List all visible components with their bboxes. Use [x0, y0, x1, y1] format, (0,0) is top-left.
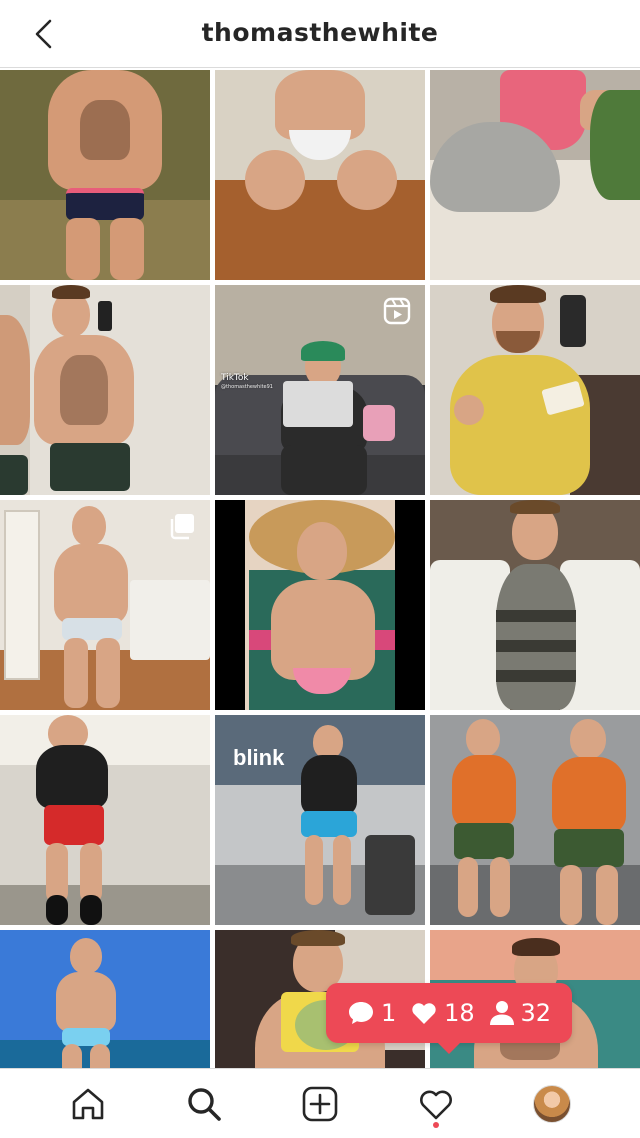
person-figure — [48, 500, 138, 710]
tab-new-post[interactable] — [292, 1076, 348, 1132]
person-figure — [0, 285, 30, 495]
person-figure — [249, 500, 395, 710]
profile-grid: TikTok @thomasthewhite91 blink — [0, 70, 640, 1068]
post-thumbnail-8[interactable] — [215, 500, 425, 710]
activity-notification-bubble[interactable]: 1 18 32 — [326, 983, 572, 1054]
tab-activity[interactable] — [408, 1076, 464, 1132]
person-figure — [30, 285, 160, 495]
post-thumbnail-11[interactable]: blink — [215, 715, 425, 925]
tab-search[interactable] — [176, 1076, 232, 1132]
post-thumbnail-9[interactable] — [430, 500, 640, 710]
person-figure — [30, 715, 130, 925]
post-thumbnail-1[interactable] — [0, 70, 210, 280]
post-thumbnail-3[interactable] — [430, 70, 640, 280]
profile-username: thomasthewhite — [201, 18, 439, 47]
person-figure — [540, 715, 640, 925]
tab-home[interactable] — [60, 1076, 116, 1132]
person-figure — [40, 934, 130, 1068]
post-thumbnail-12[interactable] — [430, 715, 640, 925]
activity-dot — [433, 1121, 439, 1128]
post-thumbnail-5[interactable]: TikTok @thomasthewhite91 — [215, 285, 425, 495]
post-thumbnail-2[interactable] — [215, 70, 425, 280]
bottom-tab-bar — [0, 1068, 640, 1138]
post-thumbnail-6[interactable] — [430, 285, 640, 495]
person-figure — [440, 715, 530, 925]
tiktok-brand-text: TikTok — [221, 373, 249, 383]
person-figure — [245, 70, 397, 280]
search-icon — [188, 1087, 221, 1121]
tiktok-watermark: TikTok @thomasthewhite91 — [221, 373, 273, 390]
person-figure — [430, 500, 640, 710]
followers-count: 32 — [489, 999, 552, 1027]
tab-profile[interactable] — [524, 1076, 580, 1132]
gym-sign-text: blink — [233, 745, 285, 770]
avatar — [533, 1084, 571, 1123]
heart-icon — [412, 1003, 436, 1024]
post-thumbnail-10[interactable] — [0, 715, 210, 925]
top-bar: thomasthewhite — [0, 0, 640, 68]
comments-count: 1 — [347, 999, 396, 1027]
carousel-icon — [170, 514, 194, 540]
comments-count-text: 1 — [380, 999, 397, 1027]
person-figure — [40, 70, 170, 280]
post-thumbnail-13[interactable] — [0, 930, 210, 1068]
plus-square-icon — [302, 1086, 338, 1121]
post-thumbnail-4[interactable] — [0, 285, 210, 495]
heart-icon — [420, 1090, 452, 1119]
person-icon — [489, 1001, 514, 1025]
reels-icon — [383, 297, 411, 325]
post-thumbnail-7[interactable] — [0, 500, 210, 710]
person-figure — [295, 725, 365, 925]
likes-count: 18 — [410, 999, 475, 1027]
home-icon — [72, 1088, 104, 1119]
tiktok-handle-text: @thomasthewhite91 — [221, 383, 273, 390]
comment-icon — [348, 1002, 373, 1024]
likes-count-text: 18 — [444, 999, 475, 1027]
followers-count-text: 32 — [520, 999, 552, 1027]
